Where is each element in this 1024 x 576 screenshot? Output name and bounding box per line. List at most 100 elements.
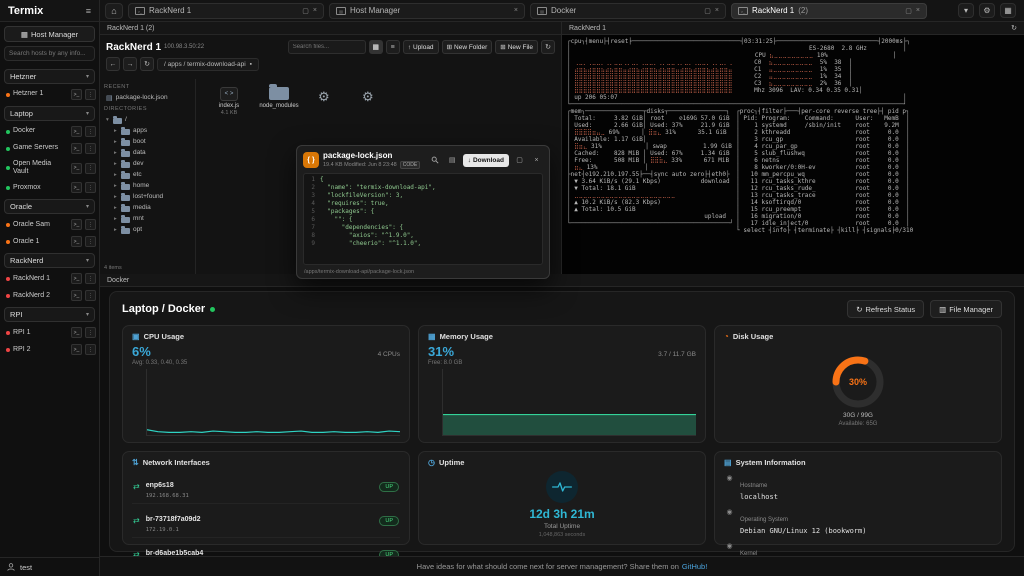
host-item[interactable]: Game Servers >_ ⋮ bbox=[0, 140, 99, 157]
file-tile-index-js[interactable]: < > index.js 4.1 KB bbox=[208, 87, 250, 116]
split-view-icon[interactable]: ▢ bbox=[704, 7, 711, 15]
directory-item[interactable]: ▸ boot bbox=[104, 136, 191, 147]
group-laptop[interactable]: Laptop ▾ bbox=[4, 106, 95, 121]
directory-item[interactable]: ▸ opt bbox=[104, 224, 191, 235]
group-rpi[interactable]: RPI ▾ bbox=[4, 307, 95, 322]
host-menu-icon[interactable]: ⋮ bbox=[85, 126, 96, 137]
close-tab-icon[interactable]: × bbox=[313, 7, 317, 15]
terminal-launch-icon[interactable]: >_ bbox=[71, 327, 82, 338]
host-search-input[interactable] bbox=[4, 46, 95, 61]
tab-overflow-chevron-icon[interactable]: ▾ bbox=[958, 3, 974, 18]
host-menu-icon[interactable]: ⋮ bbox=[85, 344, 96, 355]
refresh-status-button[interactable]: ↻ Refresh Status bbox=[847, 300, 924, 318]
terminal-launch-icon[interactable]: >_ bbox=[71, 89, 82, 100]
directory-item[interactable]: ▸ lost+found bbox=[104, 191, 191, 202]
user-profile-row[interactable]: test bbox=[0, 557, 99, 576]
new-folder-button[interactable]: ⊞ New Folder bbox=[442, 40, 493, 54]
edit-path-icon[interactable]: ▪ bbox=[250, 61, 252, 68]
file-tile-node-modules[interactable]: node_modules bbox=[258, 87, 300, 110]
grid-view-toggle[interactable]: ▦ bbox=[369, 40, 383, 54]
preview-icon[interactable]: ▤ bbox=[446, 154, 459, 167]
directory-item[interactable]: ▸ data bbox=[104, 147, 191, 158]
host-menu-icon[interactable]: ⋮ bbox=[85, 327, 96, 338]
directory-item[interactable]: ▸ media bbox=[104, 202, 191, 213]
host-manager-button[interactable]: ▦ Host Manager bbox=[4, 26, 95, 42]
docker-pane-header[interactable]: Docker bbox=[100, 274, 1024, 287]
host-item[interactable]: RackNerd 2 >_ ⋮ bbox=[0, 287, 99, 304]
host-menu-icon[interactable]: ⋮ bbox=[85, 290, 96, 301]
tools-icon[interactable]: ⚙ bbox=[979, 3, 995, 18]
terminal-pane-header[interactable]: RackNerd 1 ↻ bbox=[562, 22, 1024, 35]
code-view[interactable]: 1 { 2 "name": "termix-download-api", 3 "… bbox=[303, 173, 543, 265]
terminal-launch-icon[interactable]: >_ bbox=[71, 182, 82, 193]
back-icon[interactable]: ← bbox=[106, 57, 120, 71]
recent-file-item[interactable]: ▤ package-lock.json bbox=[104, 92, 191, 103]
refresh-files-icon[interactable]: ↻ bbox=[541, 40, 555, 54]
terminal-launch-icon[interactable]: >_ bbox=[71, 290, 82, 301]
tab-racknerd-1-active[interactable]: >_ RackNerd 1 (2) ▢ × bbox=[731, 3, 927, 19]
host-item[interactable]: Oracle Sam >_ ⋮ bbox=[0, 216, 99, 233]
directory-item[interactable]: ▸ apps bbox=[104, 125, 191, 136]
new-file-button[interactable]: ⊞ New File bbox=[495, 40, 538, 54]
terminal-launch-icon[interactable]: >_ bbox=[71, 344, 82, 355]
host-item[interactable]: Open Media Vault >_ ⋮ bbox=[0, 157, 99, 179]
reconnect-terminal-icon[interactable]: ↻ bbox=[1011, 24, 1017, 32]
breadcrumb[interactable]: / apps / termix-download-api ▪ bbox=[157, 58, 259, 71]
network-interface-row[interactable]: ⇄ enp6s18 192.168.68.31 UP bbox=[132, 470, 400, 504]
list-view-toggle[interactable]: ≡ bbox=[386, 40, 400, 54]
group-racknerd[interactable]: RackNerd ▾ bbox=[4, 253, 95, 268]
download-button[interactable]: ↓ Download bbox=[463, 154, 509, 167]
sidebar-toggle-icon[interactable]: ≡ bbox=[86, 6, 91, 16]
tab-host-manager[interactable]: ▤ Host Manager × bbox=[329, 3, 525, 19]
host-menu-icon[interactable]: ⋮ bbox=[85, 163, 96, 174]
host-item[interactable]: RPI 2 >_ ⋮ bbox=[0, 341, 99, 358]
file-manager-open-button[interactable]: ▥ File Manager bbox=[930, 300, 1002, 318]
file-pane-header[interactable]: RackNerd 1 (2) bbox=[100, 22, 561, 35]
home-tab-button[interactable]: ⌂ bbox=[105, 3, 123, 19]
host-item[interactable]: Proxmox >_ ⋮ bbox=[0, 179, 99, 196]
root-directory-item[interactable]: ▾ / bbox=[104, 114, 191, 125]
tab-racknerd-1-terminal[interactable]: >_ RackNerd 1 ▢ × bbox=[128, 3, 324, 19]
file-grid-area[interactable]: < > index.js 4.1 KB node_modules ⚙ ⚙ { }… bbox=[196, 79, 561, 274]
file-search-input[interactable] bbox=[288, 40, 366, 54]
host-item[interactable]: RPI 1 >_ ⋮ bbox=[0, 324, 99, 341]
terminal-launch-icon[interactable]: >_ bbox=[71, 273, 82, 284]
host-menu-icon[interactable]: ⋮ bbox=[85, 89, 96, 100]
close-viewer-icon[interactable]: × bbox=[530, 154, 543, 167]
host-menu-icon[interactable]: ⋮ bbox=[85, 143, 96, 154]
host-item[interactable]: Oracle 1 >_ ⋮ bbox=[0, 233, 99, 250]
host-menu-icon[interactable]: ⋮ bbox=[85, 236, 96, 247]
grid-layout-icon[interactable]: ▦ bbox=[1000, 3, 1016, 18]
host-item[interactable]: Hetzner 1 >_ ⋮ bbox=[0, 86, 99, 103]
terminal-launch-icon[interactable]: >_ bbox=[71, 219, 82, 230]
forward-icon[interactable]: → bbox=[123, 57, 137, 71]
terminal-launch-icon[interactable]: >_ bbox=[71, 163, 82, 174]
group-hetzner[interactable]: Hetzner ▾ bbox=[4, 69, 95, 84]
host-item[interactable]: Docker >_ ⋮ bbox=[0, 123, 99, 140]
directory-item[interactable]: ▸ mnt bbox=[104, 213, 191, 224]
host-menu-icon[interactable]: ⋮ bbox=[85, 182, 96, 193]
split-view-icon[interactable]: ▢ bbox=[905, 7, 912, 15]
maximize-icon[interactable]: ▢ bbox=[513, 154, 526, 167]
split-view-icon[interactable]: ▢ bbox=[302, 7, 309, 15]
search-in-file-icon[interactable] bbox=[429, 154, 442, 167]
upload-button[interactable]: ↑ Upload bbox=[403, 40, 439, 54]
close-tab-icon[interactable]: × bbox=[715, 7, 719, 15]
close-tab-icon[interactable]: × bbox=[514, 7, 518, 14]
network-interface-row[interactable]: ⇄ br-73718f7a09d2 172.19.0.1 UP bbox=[132, 504, 400, 538]
terminal-screen[interactable]: ┌cpu┐┤menu├┤reset├──────────────────────… bbox=[562, 35, 1024, 274]
host-menu-icon[interactable]: ⋮ bbox=[85, 219, 96, 230]
tab-docker[interactable]: ▤ Docker ▢ × bbox=[530, 3, 726, 19]
directory-item[interactable]: ▸ home bbox=[104, 180, 191, 191]
close-tab-icon[interactable]: × bbox=[916, 7, 920, 15]
directory-item[interactable]: ▸ etc bbox=[104, 169, 191, 180]
terminal-launch-icon[interactable]: >_ bbox=[71, 143, 82, 154]
host-menu-icon[interactable]: ⋮ bbox=[85, 273, 96, 284]
github-link[interactable]: GitHub! bbox=[682, 562, 707, 571]
directory-item[interactable]: ▸ dev bbox=[104, 158, 191, 169]
terminal-launch-icon[interactable]: >_ bbox=[71, 126, 82, 137]
reload-path-icon[interactable]: ↻ bbox=[140, 57, 154, 71]
host-item[interactable]: RackNerd 1 >_ ⋮ bbox=[0, 270, 99, 287]
group-oracle[interactable]: Oracle ▾ bbox=[4, 199, 95, 214]
terminal-launch-icon[interactable]: >_ bbox=[71, 236, 82, 247]
